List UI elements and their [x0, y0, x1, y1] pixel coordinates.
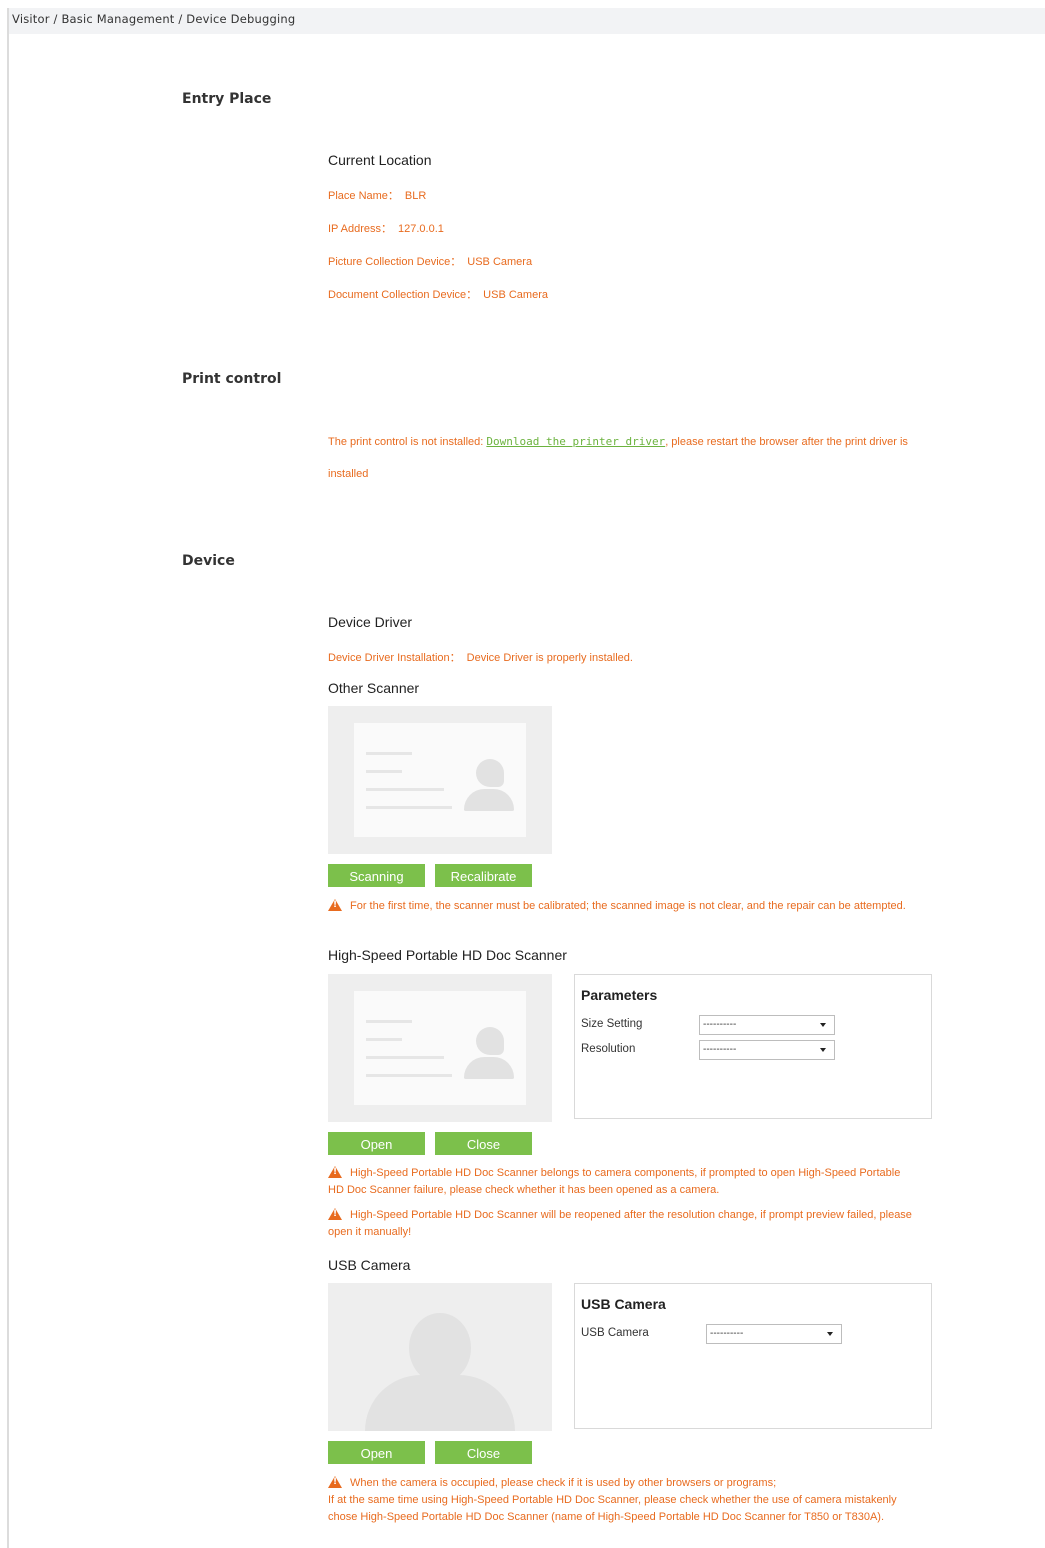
recalibrate-button[interactable]: Recalibrate: [435, 864, 532, 887]
usb-camera-warning-line1: When the camera is occupied, please chec…: [350, 1477, 777, 1489]
usb-camera-select[interactable]: ----------: [706, 1324, 842, 1344]
download-printer-driver-link[interactable]: Download the printer driver: [486, 435, 665, 448]
print-control-msg-after: , please restart the browser after the p…: [665, 436, 908, 448]
breadcrumb: Visitor / Basic Management / Device Debu…: [9, 8, 1045, 34]
print-control-msg-line2: installed: [328, 468, 369, 480]
place-name-label: Place Name：: [328, 190, 399, 202]
chevron-down-icon: [820, 1023, 826, 1027]
hd-scanner-title: High-Speed Portable HD Doc Scanner: [328, 947, 567, 963]
print-control-message: The print control is not installed: Down…: [328, 435, 908, 448]
warning-icon: [328, 1208, 342, 1220]
picture-device-row: Picture Collection Device： USB Camera: [328, 253, 532, 269]
device-driver-row: Device Driver Installation： Device Driver…: [328, 649, 633, 665]
place-name-row: Place Name： BLR: [328, 187, 426, 203]
resolution-value: ----------: [703, 1044, 737, 1055]
section-title-print-control: Print control: [182, 371, 282, 387]
usb-camera-preview: [328, 1283, 552, 1431]
size-setting-label: Size Setting: [581, 1018, 643, 1030]
hd-scanner-preview: [328, 974, 552, 1122]
usb-camera-title: USB Camera: [328, 1257, 411, 1273]
hd-scanner-warning-2-text: High-Speed Portable HD Doc Scanner will …: [328, 1209, 912, 1238]
ip-address-label: IP Address：: [328, 223, 392, 235]
hd-scanner-warning-2: High-Speed Portable HD Doc Scanner will …: [328, 1207, 928, 1241]
usb-camera-parameters-panel: USB Camera USB Camera ----------: [574, 1283, 932, 1429]
hd-scanner-open-button[interactable]: Open: [328, 1132, 425, 1155]
section-title-entry-place: Entry Place: [182, 91, 272, 107]
resolution-select[interactable]: ----------: [699, 1040, 835, 1060]
hd-scanner-parameters-panel: Parameters Size Setting ---------- Resol…: [574, 974, 932, 1119]
ip-address-row: IP Address： 127.0.0.1: [328, 220, 444, 236]
document-device-value: USB Camera: [483, 289, 548, 301]
parameters-title: Parameters: [581, 987, 658, 1003]
warning-icon: [328, 1166, 342, 1178]
current-location-title: Current Location: [328, 152, 432, 168]
section-title-device: Device: [182, 553, 235, 569]
usb-camera-close-button[interactable]: Close: [435, 1441, 532, 1464]
other-scanner-warning-text: For the first time, the scanner must be …: [350, 900, 906, 912]
chevron-down-icon: [820, 1048, 826, 1052]
id-card-placeholder-icon: [354, 991, 526, 1105]
person-placeholder-icon: [409, 1313, 471, 1383]
usb-camera-warning: When the camera is occupied, please chec…: [328, 1475, 928, 1526]
device-driver-value: Device Driver is properly installed.: [466, 652, 633, 664]
picture-device-label: Picture Collection Device：: [328, 256, 462, 268]
device-driver-label: Device Driver Installation：: [328, 652, 461, 664]
ip-address-value: 127.0.0.1: [398, 223, 444, 235]
hd-scanner-close-button[interactable]: Close: [435, 1132, 532, 1155]
page-left-border: [7, 8, 9, 1548]
usb-camera-warning-rest: If at the same time using High-Speed Por…: [328, 1494, 897, 1523]
id-card-placeholder-icon: [354, 723, 526, 837]
breadcrumb-text: Visitor / Basic Management / Device Debu…: [12, 12, 296, 26]
resolution-label: Resolution: [581, 1043, 636, 1055]
warning-icon: [328, 1476, 342, 1488]
document-device-row: Document Collection Device： USB Camera: [328, 286, 548, 302]
warning-icon: [328, 899, 342, 911]
hd-scanner-warning-1-text: High-Speed Portable HD Doc Scanner belon…: [328, 1167, 901, 1196]
usb-camera-label: USB Camera: [581, 1327, 649, 1339]
other-scanner-title: Other Scanner: [328, 680, 420, 696]
scanning-button[interactable]: Scanning: [328, 864, 425, 887]
hd-scanner-warning-1: High-Speed Portable HD Doc Scanner belon…: [328, 1165, 918, 1199]
usb-camera-open-button[interactable]: Open: [328, 1441, 425, 1464]
document-device-label: Document Collection Device：: [328, 289, 478, 301]
chevron-down-icon: [827, 1332, 833, 1336]
size-setting-select[interactable]: ----------: [699, 1015, 835, 1035]
size-setting-value: ----------: [703, 1019, 737, 1030]
other-scanner-warning: For the first time, the scanner must be …: [328, 898, 908, 915]
other-scanner-preview: [328, 706, 552, 854]
usb-camera-panel-title: USB Camera: [581, 1296, 666, 1312]
device-driver-title: Device Driver: [328, 614, 413, 630]
print-control-msg-before: The print control is not installed:: [328, 436, 484, 448]
usb-camera-value: ----------: [710, 1328, 744, 1339]
picture-device-value: USB Camera: [467, 256, 533, 268]
place-name-value: BLR: [404, 190, 427, 202]
